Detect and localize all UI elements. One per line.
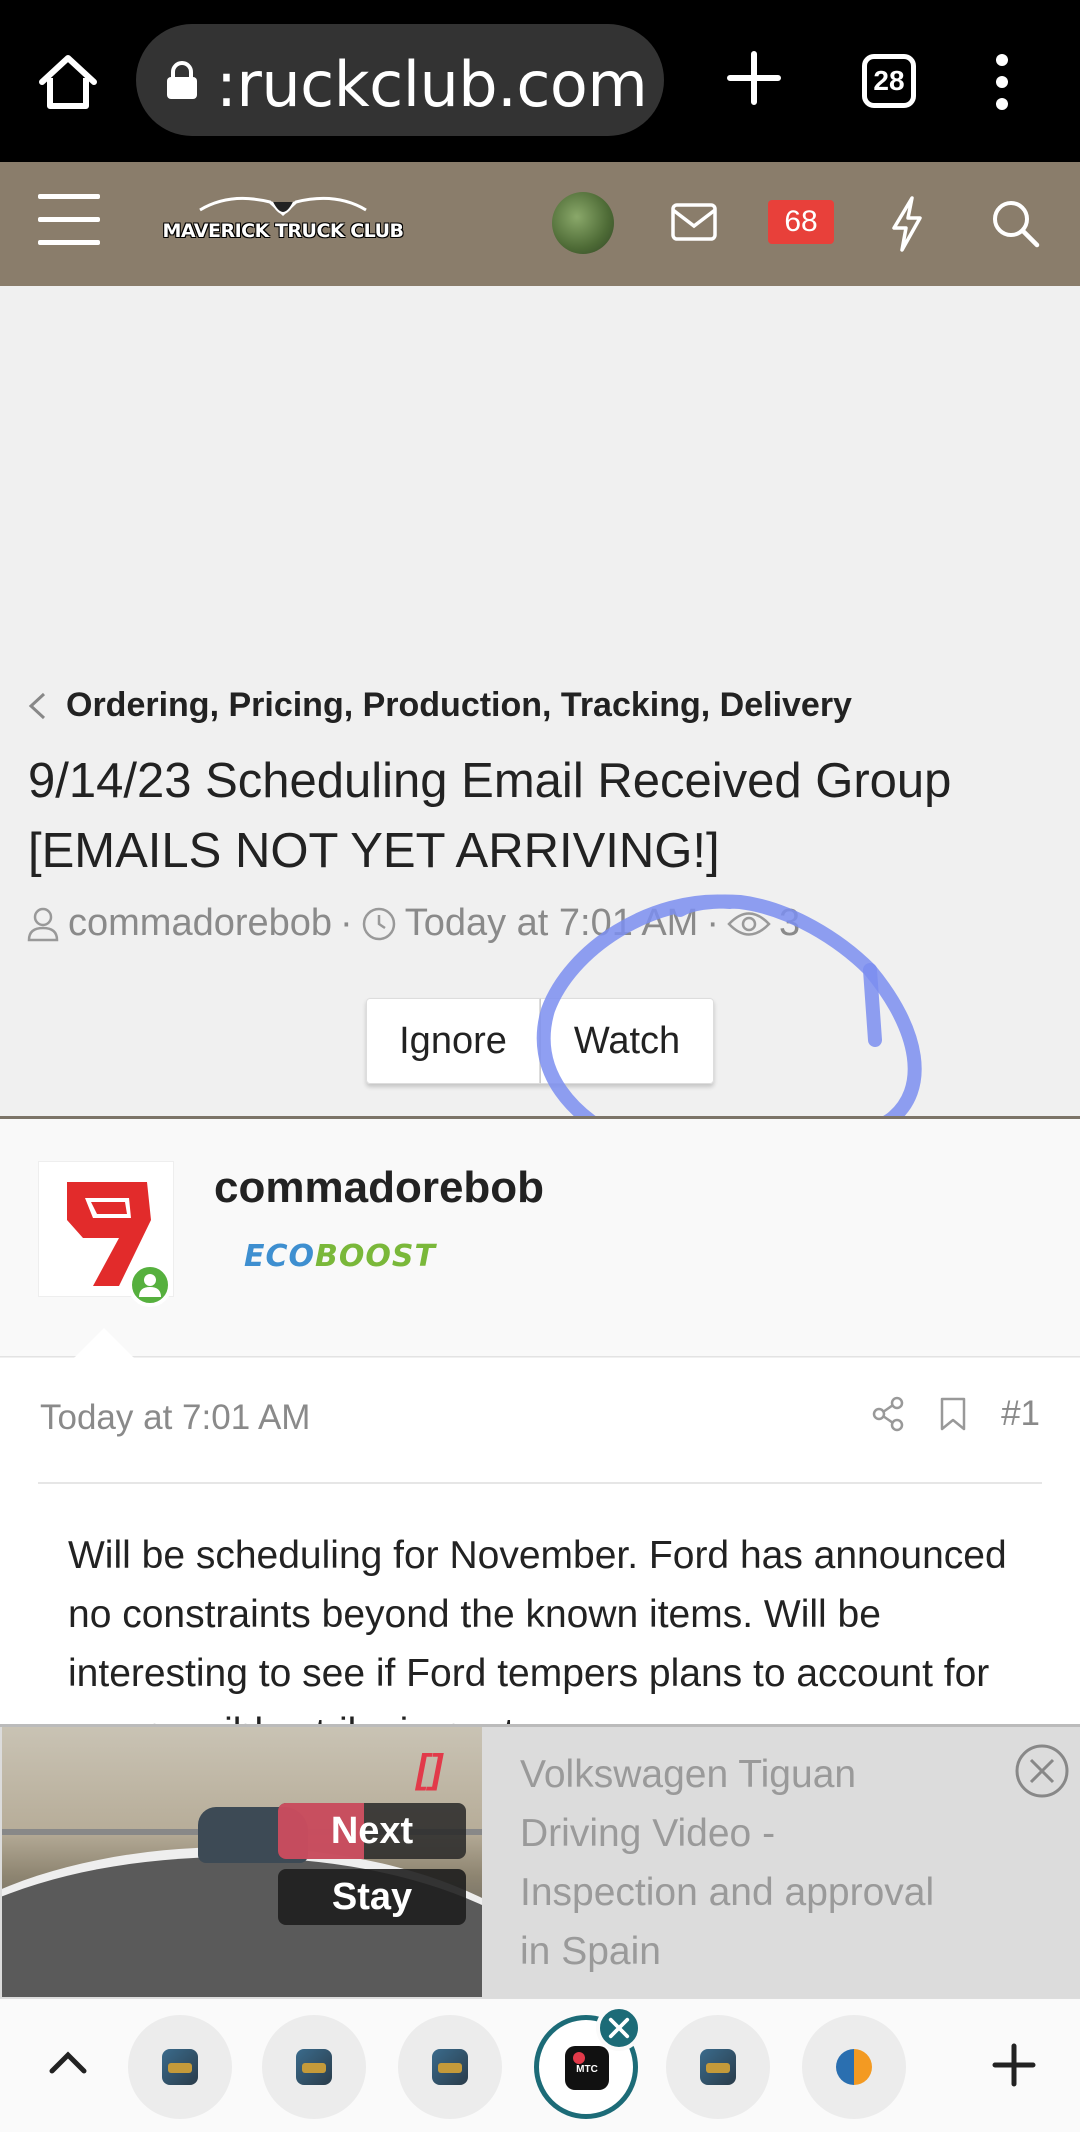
more-menu-icon[interactable]	[990, 52, 1014, 112]
post-date[interactable]: Today at 7:01 AM	[40, 1398, 310, 1438]
alerts-badge[interactable]: 68	[768, 200, 834, 244]
video-ad[interactable]: [] Next Stay Volkswagen Tiguan Driving V…	[0, 1724, 1080, 1998]
tab-favicon	[700, 2049, 736, 2085]
close-tab-icon[interactable]	[596, 2005, 642, 2051]
tab-thumbnail[interactable]	[398, 2015, 502, 2119]
new-tab-icon[interactable]	[722, 46, 786, 110]
breadcrumb[interactable]: Ordering, Pricing, Production, Tracking,…	[26, 686, 852, 725]
thread-meta: commadorebob · Today at 7:01 AM · 3	[26, 902, 800, 945]
browser-toolbar: :ruckclub.com 28	[0, 0, 1080, 162]
close-icon[interactable]	[1014, 1743, 1070, 1799]
tab-switcher-button[interactable]: 28	[862, 54, 916, 108]
site-logo[interactable]: MAVERICK TRUCK CLUB	[160, 184, 406, 264]
user-block-caret	[74, 1328, 134, 1358]
chevron-left-icon	[28, 692, 46, 719]
post-separator	[38, 1482, 1042, 1484]
thread-action-buttons: Ignore Watch	[366, 998, 714, 1084]
banner-boost: BOOST	[315, 1239, 436, 1274]
video-bracket-mark: []	[416, 1747, 443, 1791]
ignore-button[interactable]: Ignore	[366, 998, 540, 1084]
home-icon[interactable]	[36, 52, 100, 112]
logo-text: MAVERICK TRUCK CLUB	[162, 220, 404, 242]
tab-thumbnail[interactable]	[262, 2015, 366, 2119]
bookmark-icon[interactable]	[939, 1396, 967, 1432]
tab-thumbnail[interactable]	[802, 2015, 906, 2119]
thread-author[interactable]: commadorebob	[68, 902, 332, 945]
share-icon[interactable]	[871, 1396, 905, 1432]
post-user-block: commadorebob ECOBOOST	[0, 1119, 1080, 1357]
next-label: Next	[330, 1810, 414, 1852]
ad-placeholder	[0, 286, 1080, 666]
tab-favicon	[296, 2049, 332, 2085]
thread-time[interactable]: Today at 7:01 AM	[405, 902, 699, 945]
tab-thumbnail[interactable]	[128, 2015, 232, 2119]
video-title[interactable]: Volkswagen Tiguan Driving Video - Inspec…	[520, 1745, 960, 1981]
next-button[interactable]: Next	[278, 1803, 466, 1859]
post-username[interactable]: commadorebob	[214, 1163, 544, 1213]
chevron-up-icon[interactable]	[48, 2047, 88, 2077]
page: :ruckclub.com 28 MAVERICK TRUCK CLUB 68	[0, 0, 1080, 2132]
clock-icon	[362, 907, 395, 940]
add-tab-icon[interactable]	[992, 2043, 1036, 2087]
meta-separator: ·	[340, 902, 353, 944]
active-tab-favicon: MTC	[565, 2046, 609, 2090]
banner-eco: ECO	[244, 1239, 316, 1274]
bolt-icon[interactable]	[890, 196, 924, 252]
user-banner: ECOBOOST	[244, 1239, 436, 1274]
post-number[interactable]: #1	[1001, 1394, 1040, 1434]
post-body: Today at 7:01 AM #1 Will be scheduling f…	[0, 1358, 1080, 1754]
mail-icon[interactable]	[670, 202, 718, 242]
post-actions: #1	[871, 1394, 1040, 1434]
search-icon[interactable]	[990, 198, 1040, 248]
site-header: MAVERICK TRUCK CLUB 68	[0, 162, 1080, 286]
url-text: :ruckclub.com	[216, 48, 648, 121]
stay-button[interactable]: Stay	[278, 1869, 466, 1925]
user-avatar[interactable]	[552, 192, 614, 254]
meta-separator: ·	[706, 902, 719, 944]
bull-horns-icon	[199, 196, 367, 217]
thread-views: 3	[779, 902, 801, 944]
eye-icon	[727, 911, 771, 936]
tab-favicon	[432, 2049, 468, 2085]
tab-favicon	[162, 2049, 198, 2085]
menu-icon[interactable]	[38, 194, 100, 246]
lock-icon	[167, 61, 197, 99]
video-thumbnail[interactable]: [] Next Stay	[2, 1727, 482, 1997]
tab-favicon	[836, 2049, 872, 2085]
thread-title: 9/14/23 Scheduling Email Received Group …	[28, 754, 952, 878]
address-bar[interactable]: :ruckclub.com	[136, 24, 664, 136]
tab-strip: MTC	[0, 1998, 1080, 2132]
tab-thumbnail[interactable]	[666, 2015, 770, 2119]
user-icon	[27, 907, 59, 941]
breadcrumb-link[interactable]: Ordering, Pricing, Production, Tracking,…	[66, 686, 852, 725]
watch-button[interactable]: Watch	[540, 998, 714, 1084]
online-status-icon	[128, 1263, 172, 1307]
